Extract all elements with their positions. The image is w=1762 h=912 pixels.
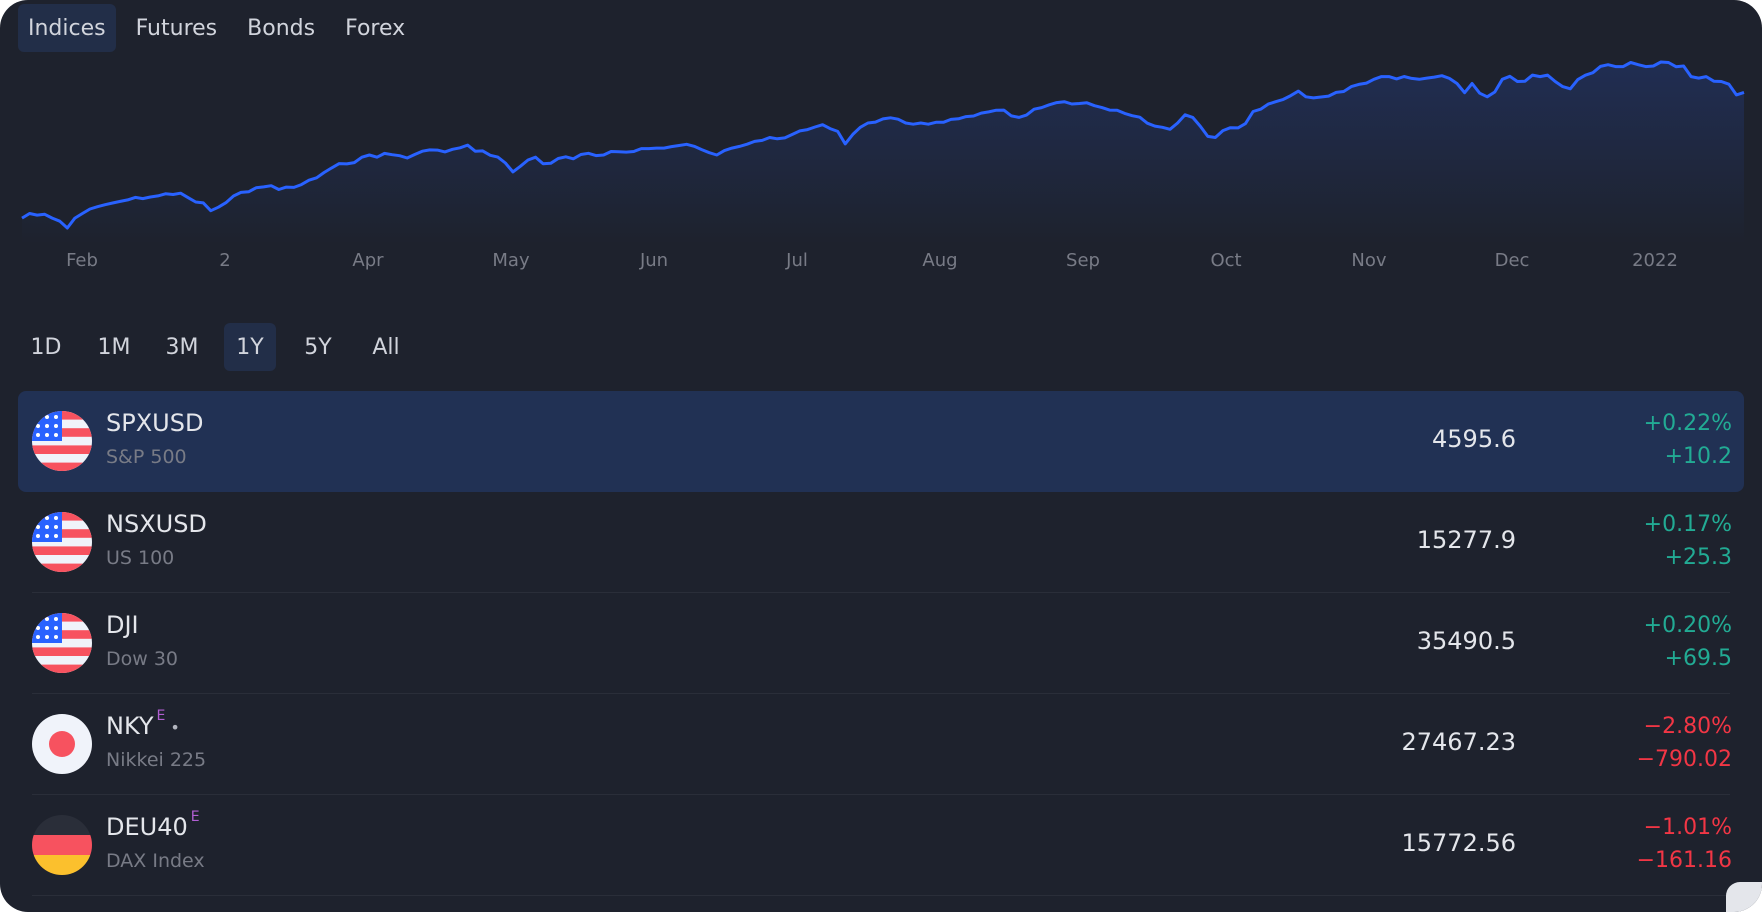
range-all-button[interactable]: All [360,323,412,371]
range-3m-button[interactable]: 3M [156,323,208,371]
x-tick-label: Aug [922,250,957,271]
symbol-change-absolute: +69.5 [1664,646,1732,671]
symbol-change-percent: −1.01% [1643,815,1732,840]
symbol-change-absolute: −790.02 [1636,747,1732,772]
tab-bonds[interactable]: Bonds [237,4,325,52]
symbol-change-percent: +0.22% [1643,411,1732,436]
extended-hours-marker: E [156,708,166,724]
symbol-ticker: SPXUSD [106,409,203,437]
us-flag-icon [32,512,92,572]
germany-flag-icon [32,815,92,875]
symbol-change-percent: +0.20% [1643,613,1732,638]
symbol-description: DAX Index [106,850,205,872]
tab-indices[interactable]: Indices [18,4,116,52]
symbol-change-percent: +0.17% [1643,512,1732,537]
symbol-description: S&P 500 [106,446,187,468]
symbol-price: 15772.56 [1401,829,1516,857]
range-1m-button[interactable]: 1M [88,323,140,371]
symbol-description: US 100 [106,547,175,569]
x-tick-label: Dec [1495,250,1530,271]
symbol-row-nky[interactable]: NKY E • Nikkei 225 27467.23 −2.80% −790.… [18,694,1744,795]
range-tabs: 1D 1M 3M 1Y 5Y All [20,323,428,371]
symbol-row-dji[interactable]: DJI Dow 30 35490.5 +0.20% +69.5 [18,593,1744,694]
x-tick-label: Jun [639,250,668,271]
symbol-price: 35490.5 [1416,627,1516,655]
range-1d-button[interactable]: 1D [20,323,72,371]
x-tick-label: 2022 [1632,250,1678,271]
tab-futures[interactable]: Futures [126,4,228,52]
market-status-dot: • [170,718,180,737]
extended-hours-marker: E [190,809,200,825]
us-flag-icon [32,613,92,673]
symbol-price: 27467.23 [1401,728,1516,756]
x-tick-label: 2 [219,250,230,271]
symbol-row-spxusd[interactable]: SPXUSD S&P 500 4595.6 +0.22% +10.2 [18,391,1744,492]
price-chart[interactable]: Feb 2 Apr May Jun Jul Aug Sep Oct Nov Dec 2022 [0,60,1762,310]
symbol-list: SPXUSD S&P 500 4595.6 +0.22% +10.2 NSXUS… [18,391,1744,896]
symbol-change-percent: −2.80% [1643,714,1732,739]
ticker-label: NSXUSD [106,510,207,538]
tab-forex[interactable]: Forex [335,4,415,52]
price-chart-svg: Feb 2 Apr May Jun Jul Aug Sep Oct Nov Dec 2022 [21,60,1745,271]
x-tick-label: Feb [66,250,98,271]
ticker-label: DJI [106,611,139,639]
market-overview-widget: Indices Futures Bonds Forex Feb 2 Apr May Ju… [0,0,1762,912]
symbol-price: 4595.6 [1432,425,1516,453]
market-tabs: Indices Futures Bonds Forex [18,4,425,52]
us-flag-icon [32,411,92,471]
symbol-change-absolute: +25.3 [1664,545,1732,570]
symbol-price: 15277.9 [1416,526,1516,554]
ticker-label: DEU40 [106,813,188,841]
symbol-description: Nikkei 225 [106,749,207,771]
x-tick-label: Oct [1210,250,1241,271]
symbol-description: Dow 30 [106,648,179,670]
range-1y-button[interactable]: 1Y [224,323,276,371]
symbol-ticker: NKY E • [106,708,180,740]
x-tick-label: Nov [1351,250,1386,271]
x-axis-ticks: Feb 2 Apr May Jun Jul Aug Sep Oct Nov Dec 2022 [66,250,1678,271]
ticker-label: NKY [106,712,154,740]
x-tick-label: Jul [785,250,808,271]
tradingview-logo-icon[interactable] [1726,882,1762,912]
symbol-row-nsxusd[interactable]: NSXUSD US 100 15277.9 +0.17% +25.3 [18,492,1744,593]
symbol-ticker: DEU40 E [106,809,200,841]
symbol-row-deu40[interactable]: DEU40 E DAX Index 15772.56 −1.01% −161.1… [18,795,1744,896]
symbol-change-absolute: +10.2 [1664,444,1732,469]
symbol-change-absolute: −161.16 [1636,848,1732,873]
symbol-ticker: DJI [106,611,139,639]
range-5y-button[interactable]: 5Y [292,323,344,371]
x-tick-label: May [492,250,530,271]
ticker-label: SPXUSD [106,409,204,437]
japan-flag-icon [32,714,92,774]
chart-area-fill [22,62,1744,245]
symbol-ticker: NSXUSD [106,510,207,538]
x-tick-label: Sep [1066,250,1100,271]
x-tick-label: Apr [352,250,384,271]
